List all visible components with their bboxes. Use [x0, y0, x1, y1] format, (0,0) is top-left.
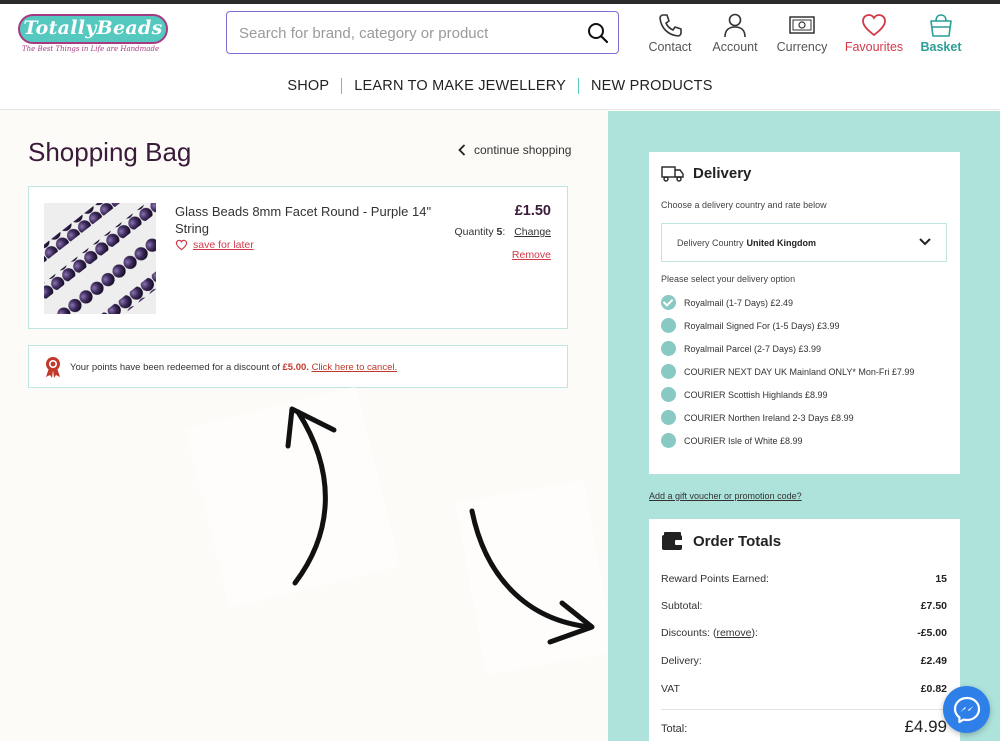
delivery-subtitle: Choose a delivery country and rate below	[661, 200, 827, 210]
subtotal-value: £7.50	[920, 600, 947, 612]
delivery-panel: Delivery Choose a delivery country and r…	[649, 152, 960, 474]
delivery-option[interactable]: Royalmail Parcel (2-7 Days) £3.99	[661, 341, 821, 356]
radio-icon	[661, 364, 676, 379]
delivery-option-label: COURIER Scottish Highlands £8.99	[684, 389, 828, 400]
delivery-option[interactable]: Royalmail (1-7 Days) £2.49	[661, 295, 793, 310]
vat-label: VAT	[661, 683, 680, 695]
grand-total-row: Total: £4.99	[661, 717, 947, 736]
vat-value: £0.82	[920, 683, 947, 695]
reward-points-row: Reward Points Earned: 15	[661, 573, 947, 585]
gift-voucher-link[interactable]: Add a gift voucher or promotion code?	[649, 491, 802, 501]
delivery-option-label: COURIER Isle of White £8.99	[684, 435, 803, 446]
radio-icon	[661, 341, 676, 356]
vat-row: VAT £0.82	[661, 683, 947, 695]
delivery-option-label: Royalmail Signed For (1-5 Days) £3.99	[684, 320, 840, 331]
grand-total-value: £4.99	[904, 717, 947, 736]
grand-total-label: Total:	[661, 723, 688, 735]
delivery-options-title: Please select your delivery option	[661, 274, 796, 284]
radio-icon	[661, 387, 676, 402]
delivery-cost-row: Delivery: £2.49	[661, 655, 947, 667]
order-totals-panel: Order Totals Reward Points Earned: 15 Sub…	[649, 519, 960, 741]
delivery-cost-label: Delivery:	[661, 655, 702, 667]
delivery-cost-value: £2.49	[920, 655, 947, 667]
discounts-value: -£5.00	[917, 627, 947, 639]
checkout-sidebar: Delivery Choose a delivery country and r…	[608, 111, 1000, 741]
reward-points-label: Reward Points Earned:	[661, 573, 769, 585]
delivery-country-select[interactable]: Delivery Country United Kingdom	[661, 223, 947, 262]
subtotal-row: Subtotal: £7.50	[661, 600, 947, 612]
radio-icon	[661, 318, 676, 333]
delivery-option[interactable]: COURIER Scottish Highlands £8.99	[661, 387, 828, 402]
subtotal-label: Subtotal:	[661, 600, 703, 612]
delivery-option-label: COURIER NEXT DAY UK Mainland ONLY* Mon-F…	[684, 366, 915, 377]
delivery-option-label: Royalmail Parcel (2-7 Days) £3.99	[684, 343, 822, 354]
radio-icon	[661, 433, 676, 448]
delivery-country-label: Delivery Country	[677, 238, 744, 248]
messenger-icon	[953, 696, 980, 723]
order-totals-title: Order Totals	[693, 532, 782, 550]
messenger-chat-button[interactable]	[943, 686, 990, 733]
radio-checked-icon	[661, 295, 676, 310]
reward-points-value: 15	[935, 573, 947, 585]
delivery-option[interactable]: COURIER NEXT DAY UK Mainland ONLY* Mon-F…	[661, 364, 914, 379]
delivery-option-label: COURIER Northen Ireland 2-3 Days £8.99	[684, 412, 854, 423]
delivery-option[interactable]: COURIER Isle of White £8.99	[661, 433, 803, 448]
order-totals-header: Order Totals	[661, 531, 781, 551]
chevron-down-icon	[919, 238, 931, 246]
totals-divider	[661, 709, 947, 710]
arrow-up-to-points	[292, 409, 328, 586]
delivery-title: Delivery	[693, 164, 752, 182]
delivery-option[interactable]: Royalmail Signed For (1-5 Days) £3.99	[661, 318, 840, 333]
truck-icon	[661, 166, 684, 182]
discounts-label: Discounts:	[661, 627, 711, 639]
delivery-country-text: Delivery Country United Kingdom	[677, 238, 816, 248]
delivery-header: Delivery	[661, 164, 751, 182]
remove-discount-link[interactable]: remove	[716, 627, 751, 639]
delivery-option[interactable]: COURIER Northen Ireland 2-3 Days £8.99	[661, 410, 854, 425]
discounts-row: Discounts: (remove): -£5.00	[661, 627, 947, 639]
delivery-country-value: United Kingdom	[746, 238, 817, 248]
wallet-icon	[662, 532, 683, 550]
delivery-option-label: Royalmail (1-7 Days) £2.49	[684, 297, 794, 308]
radio-icon	[661, 410, 676, 425]
